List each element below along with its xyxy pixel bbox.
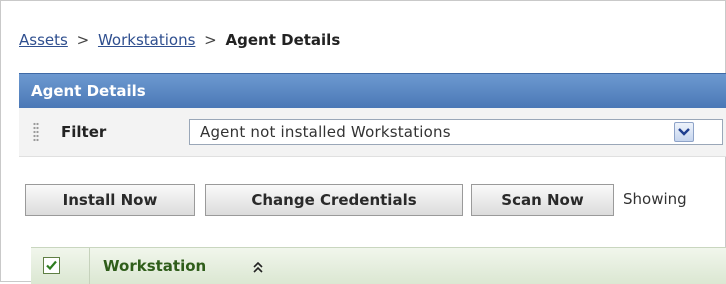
breadcrumb-workstations-link[interactable]: Workstations [98,31,195,49]
breadcrumb-separator: > [204,31,217,49]
chevron-down-icon[interactable] [674,122,694,142]
filter-selected-value: Agent not installed Workstations [200,123,451,141]
scan-now-button[interactable]: Scan Now [471,184,614,216]
column-header-workstation[interactable]: Workstation [103,257,206,275]
table-header: Workstation [31,247,726,284]
breadcrumb-current: Agent Details [225,31,341,49]
filter-bar: Filter Agent not installed Workstations [19,108,726,157]
toolbar-grip-icon [33,122,39,142]
filter-label: Filter [61,123,107,141]
breadcrumb-separator: > [76,31,90,49]
panel-title: Agent Details [31,82,146,100]
breadcrumb-assets-link[interactable]: Assets [19,31,68,49]
filter-dropdown[interactable]: Agent not installed Workstations [189,119,723,145]
select-all-cell [31,248,90,284]
panel-header: Agent Details [19,73,726,108]
install-now-button[interactable]: Install Now [25,184,195,216]
select-all-checkbox[interactable] [43,257,60,274]
breadcrumb: Assets > Workstations > Agent Details [19,31,340,49]
showing-status: Showing [623,190,687,208]
change-credentials-button[interactable]: Change Credentials [205,184,463,216]
sort-icon[interactable] [253,259,263,278]
page-frame: Assets > Workstations > Agent Details Ag… [0,0,726,284]
